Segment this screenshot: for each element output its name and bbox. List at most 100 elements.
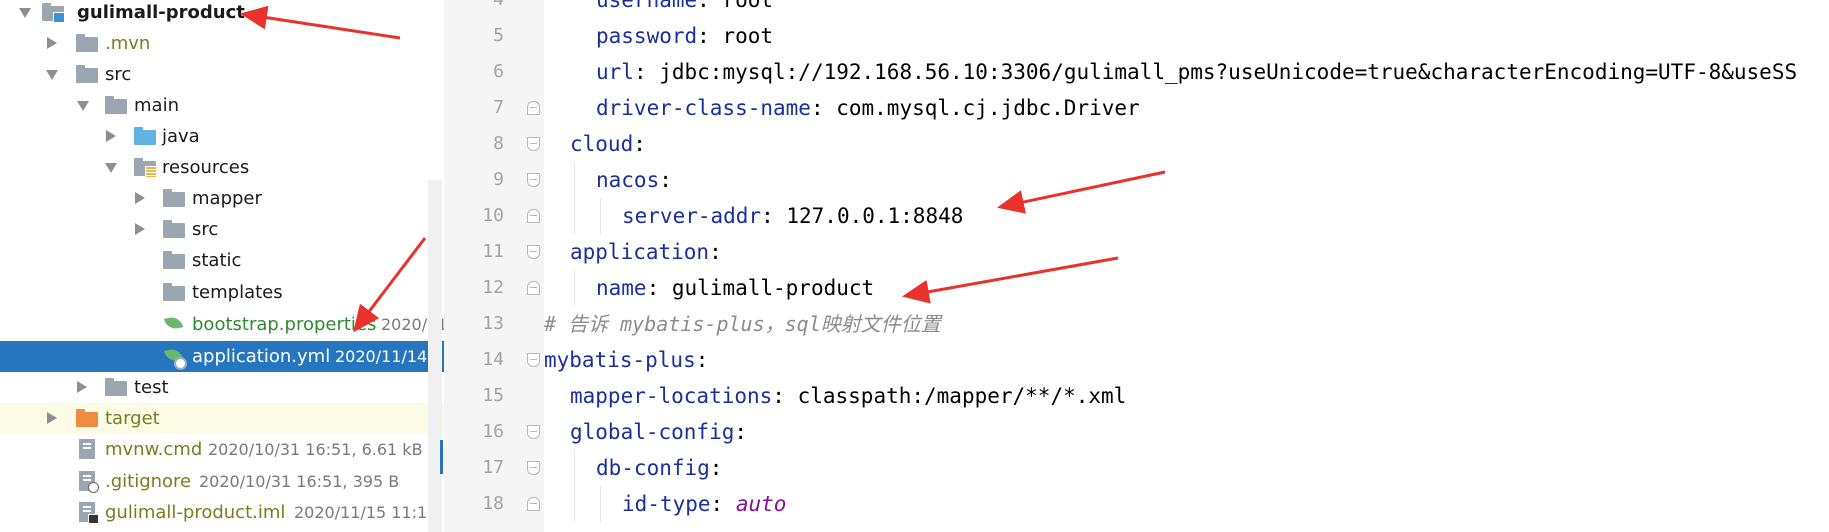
- line-number: 12: [482, 277, 504, 298]
- ignored-file-icon: [79, 471, 99, 493]
- fold-end-icon[interactable]: [527, 209, 540, 223]
- tree-item-test[interactable]: test: [0, 372, 444, 403]
- spring-leaf-icon: [163, 314, 185, 334]
- resources-folder-icon: [134, 158, 157, 178]
- fold-start-icon[interactable]: [527, 245, 540, 259]
- fold-start-icon[interactable]: [527, 137, 540, 151]
- line-number: 11: [482, 241, 504, 262]
- folder-icon: [163, 251, 185, 269]
- tree-item-label: templates: [192, 282, 283, 303]
- line-number: 15: [482, 385, 504, 406]
- fold-start-icon[interactable]: [527, 173, 540, 187]
- tree-item-resources[interactable]: resources: [0, 152, 444, 183]
- line-number: 16: [482, 421, 504, 442]
- line-number: 6: [493, 61, 504, 82]
- folder-icon: [76, 65, 98, 83]
- tree-item-application-yml[interactable]: application.yml 2020/11/14 2: [0, 341, 444, 372]
- tree-item-src[interactable]: src: [0, 59, 444, 90]
- yaml-value: gulimall-product: [671, 276, 875, 300]
- yaml-key: name: [596, 276, 647, 300]
- tree-item-label: .gitignore: [105, 471, 192, 492]
- code-editor[interactable]: 4 username: root 5 password: root 6 url:…: [444, 0, 1829, 532]
- tree-item-bootstrap-properties[interactable]: bootstrap.properties 2020/11: [0, 309, 444, 340]
- line-number: 17: [482, 457, 504, 478]
- chevron-down-icon[interactable]: [19, 8, 31, 18]
- tree-item-label: src: [105, 64, 132, 85]
- line-number: 4: [474, 0, 504, 11]
- tree-item-label: application.yml: [192, 346, 331, 367]
- yaml-value: classpath:/mapper/**/*.xml: [797, 384, 1127, 408]
- chevron-right-icon[interactable]: [47, 412, 57, 424]
- tree-item-templates[interactable]: templates: [0, 277, 444, 308]
- yaml-key: server-addr: [622, 204, 762, 228]
- tree-item-label: bootstrap.properties: [192, 314, 377, 335]
- fold-end-icon[interactable]: [527, 281, 540, 295]
- yaml-key: password: [596, 24, 698, 48]
- line-number: 13: [482, 313, 504, 334]
- folder-icon: [105, 96, 127, 114]
- yaml-key: nacos: [596, 168, 660, 192]
- code-line: 6 url: jdbc:mysql://192.168.56.10:3306/g…: [444, 54, 1829, 90]
- fold-end-icon[interactable]: [527, 497, 540, 511]
- line-number: 8: [493, 133, 504, 154]
- tree-item-main[interactable]: main: [0, 90, 444, 121]
- tree-item-label: mapper: [192, 188, 262, 209]
- tree-item-meta: 2020/10/31 16:51, 395 B: [199, 472, 400, 491]
- yaml-key: cloud: [570, 132, 634, 156]
- fold-end-icon[interactable]: [527, 101, 540, 115]
- yaml-value: jdbc:mysql://192.168.56.10:3306/gulimall…: [659, 60, 1798, 84]
- line-number: 14: [482, 349, 504, 370]
- yaml-key: mapper-locations: [570, 384, 773, 408]
- tree-item-mapper[interactable]: mapper: [0, 183, 444, 214]
- chevron-down-icon[interactable]: [77, 101, 89, 111]
- tree-item-label: mvnw.cmd: [105, 439, 203, 460]
- tree-item-meta: 2020/11/15 11:16,: [294, 503, 443, 522]
- fold-start-icon[interactable]: [527, 353, 540, 367]
- line-number: 10: [482, 205, 504, 226]
- chevron-right-icon[interactable]: [47, 37, 57, 49]
- tree-item-java[interactable]: java: [0, 121, 444, 152]
- tree-item-gulimall-product[interactable]: gulimall-product: [0, 0, 444, 28]
- tree-item-gitignore[interactable]: .gitignore 2020/10/31 16:51, 395 B: [0, 466, 444, 497]
- chevron-right-icon[interactable]: [135, 192, 145, 204]
- yaml-value: com.mysql.cj.jdbc.Driver: [836, 96, 1140, 120]
- tree-item-label: gulimall-product: [77, 2, 245, 23]
- project-tree: gulimall-product .mvn src main java reso…: [0, 0, 444, 532]
- excluded-folder-icon: [76, 409, 98, 427]
- folder-icon: [163, 189, 185, 207]
- code-line: 9 nacos:: [444, 162, 1829, 198]
- code-line: 17 db-config:: [444, 450, 1829, 486]
- chevron-down-icon[interactable]: [46, 70, 58, 80]
- fold-start-icon[interactable]: [527, 425, 540, 439]
- fold-start-icon[interactable]: [527, 461, 540, 475]
- tree-item-label: .mvn: [105, 33, 151, 54]
- tree-item-label: static: [192, 250, 242, 271]
- chevron-right-icon[interactable]: [77, 381, 87, 393]
- tree-item-label: java: [162, 126, 200, 147]
- yaml-key: driver-class-name: [596, 96, 811, 120]
- yaml-key: id-type: [622, 492, 711, 516]
- tree-item-mvnw-cmd[interactable]: mvnw.cmd 2020/10/31 16:51, 6.61 kB: [0, 434, 444, 465]
- code-line: 10 server-addr: 127.0.0.1:8848: [444, 198, 1829, 234]
- tree-item-resources-src[interactable]: src: [0, 214, 444, 245]
- tree-item-iml[interactable]: gulimall-product.iml 2020/11/15 11:16,: [0, 497, 444, 528]
- code-line: 13 # 告诉 mybatis-plus，sql映射文件位置: [444, 306, 1829, 342]
- chevron-down-icon[interactable]: [105, 163, 117, 173]
- line-number: 5: [493, 25, 504, 46]
- module-file-icon: [79, 502, 99, 524]
- tree-scrollbar[interactable]: [428, 180, 442, 532]
- chevron-right-icon[interactable]: [106, 130, 116, 142]
- yaml-value: root: [722, 0, 774, 12]
- tree-item-target[interactable]: target: [0, 403, 444, 434]
- scroll-indicator: [440, 440, 443, 474]
- code-line: 4 username: root: [444, 0, 1829, 18]
- tree-item-static[interactable]: static: [0, 245, 444, 276]
- yaml-key: db-config: [596, 456, 710, 480]
- file-icon: [79, 439, 95, 459]
- tree-item-mvn[interactable]: .mvn: [0, 28, 444, 59]
- code-line: 8 cloud:: [444, 126, 1829, 162]
- code-comment: # 告诉 mybatis-plus，sql映射文件位置: [544, 312, 941, 336]
- yaml-key: username: [596, 0, 698, 12]
- code-line: 11 application:: [444, 234, 1829, 270]
- chevron-right-icon[interactable]: [135, 223, 145, 235]
